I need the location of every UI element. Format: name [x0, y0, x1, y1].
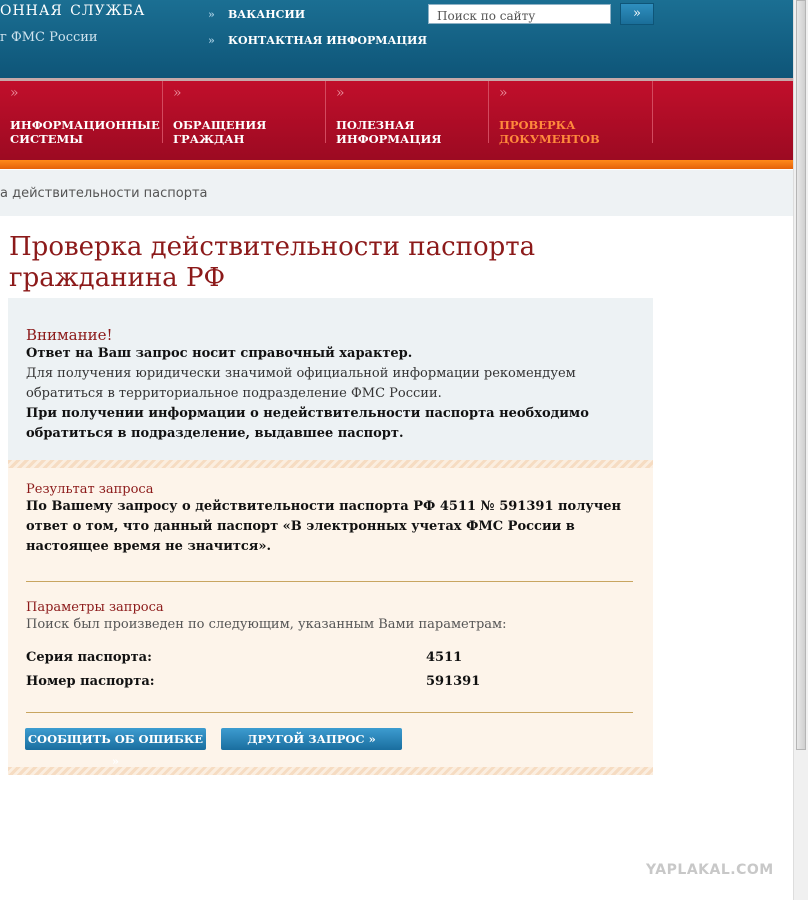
params-heading: Параметры запроса	[26, 600, 164, 615]
number-value: 591391	[426, 674, 481, 689]
chevron-right-icon: »	[208, 34, 215, 47]
chevron-right-icon: »	[173, 85, 182, 101]
site-header: онная служба г ФМС России » ВАКАНСИИ » К…	[0, 0, 793, 78]
result-panel: Результат запроса По Вашему запросу о де…	[8, 460, 653, 775]
page-title: Проверка действительности паспорта гражд…	[9, 232, 536, 293]
warning-line-3: При получении информации о недействитель…	[26, 406, 589, 441]
nav-item-label: ОБРАЩЕНИЯ ГРАЖДАН	[173, 118, 267, 146]
search-button[interactable]: »	[620, 3, 654, 25]
search-input[interactable]: Поиск по сайту	[428, 4, 611, 24]
result-text: По Вашему запросу о действительности пас…	[26, 499, 621, 554]
chevron-right-icon: »	[499, 85, 508, 101]
panel-stripe	[8, 767, 653, 775]
result-heading: Результат запроса	[26, 482, 154, 497]
main-nav: » ИНФОРМАЦИОННЫЕ СИСТЕМЫ » ОБРАЩЕНИЯ ГРА…	[0, 81, 793, 160]
nav-item-info-systems[interactable]: » ИНФОРМАЦИОННЫЕ СИСТЕМЫ	[0, 81, 163, 146]
nav-item-label: ИНФОРМАЦИОННЫЕ СИСТЕМЫ	[10, 118, 160, 146]
nav-accent-bar	[0, 160, 793, 169]
nav-item-appeals[interactable]: » ОБРАЩЕНИЯ ГРАЖДАН	[163, 81, 326, 146]
link-contacts[interactable]: » КОНТАКТНАЯ ИНФОРМАЦИЯ	[208, 34, 428, 47]
chevron-right-icon: »	[336, 85, 345, 101]
site-title: онная служба	[0, 0, 146, 20]
series-value: 4511	[426, 650, 463, 665]
warning-line-1: Ответ на Ваш запрос носит справочный хар…	[26, 346, 413, 361]
chevron-right-icon: »	[208, 8, 215, 21]
nav-item-label: ПОЛЕЗНАЯ ИНФОРМАЦИЯ	[336, 118, 442, 146]
nav-item-label: ПРОВЕРКА ДОКУМЕНТОВ	[499, 118, 600, 146]
watermark: YAPLAKAL.COM	[646, 862, 774, 878]
nav-divider	[652, 81, 653, 143]
series-label: Серия паспорта:	[26, 650, 152, 665]
divider	[26, 581, 633, 582]
chevron-right-icon: »	[10, 85, 19, 101]
warning-heading: Внимание!	[26, 326, 113, 344]
divider	[26, 712, 633, 713]
scrollbar-thumb[interactable]	[796, 0, 806, 750]
link-contacts-label: КОНТАКТНАЯ ИНФОРМАЦИЯ	[228, 34, 428, 47]
link-vacancies-label: ВАКАНСИИ	[228, 8, 306, 21]
site-subtitle: г ФМС России	[0, 30, 98, 45]
params-intro: Поиск был произведен по следующим, указа…	[26, 617, 507, 632]
warning-line-2: Для получения юридически значимой официа…	[26, 366, 576, 401]
breadcrumb: а действительности паспорта	[0, 170, 793, 216]
new-request-button[interactable]: ДРУГОЙ ЗАПРОС »	[221, 728, 402, 750]
number-label: Номер паспорта:	[26, 674, 155, 689]
breadcrumb-current: а действительности паспорта	[0, 186, 208, 201]
nav-item-useful-info[interactable]: » ПОЛЕЗНАЯ ИНФОРМАЦИЯ	[326, 81, 489, 146]
link-vacancies[interactable]: » ВАКАНСИИ	[208, 8, 306, 21]
panel-stripe	[8, 460, 653, 468]
warning-panel: Внимание! Ответ на Ваш запрос носит спра…	[8, 298, 653, 460]
nav-item-document-check[interactable]: » ПРОВЕРКА ДОКУМЕНТОВ	[489, 81, 653, 146]
report-error-button[interactable]: СООБЩИТЬ ОБ ОШИБКЕ »	[25, 728, 206, 768]
